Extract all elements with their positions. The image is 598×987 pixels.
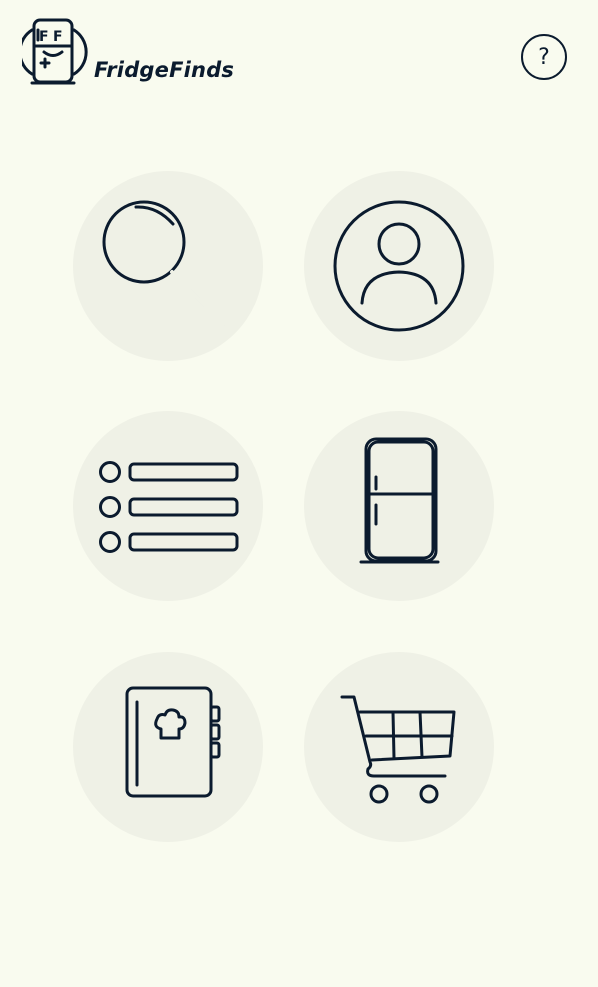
list-tile[interactable] xyxy=(73,411,263,601)
user-profile-icon xyxy=(333,200,465,332)
svg-text:F: F xyxy=(53,29,63,45)
help-label: ? xyxy=(538,44,550,70)
profile-tile[interactable] xyxy=(304,171,494,361)
home-screen: F F FridgeFinds ? xyxy=(0,0,598,987)
recipe-book-icon xyxy=(125,686,221,798)
fridge-tile[interactable] xyxy=(304,411,494,601)
magnifier-icon xyxy=(102,200,225,326)
fridge-logo-icon: F F xyxy=(18,16,88,88)
shopping-tile[interactable] xyxy=(304,652,494,842)
brand-name: FridgeFinds xyxy=(94,58,235,82)
shopping-cart-icon xyxy=(340,695,456,804)
svg-text:F: F xyxy=(39,29,49,45)
fridge-icon xyxy=(359,437,440,564)
search-tile[interactable] xyxy=(73,171,263,361)
help-button[interactable]: ? xyxy=(521,34,567,80)
list-icon xyxy=(99,461,239,553)
recipes-tile[interactable] xyxy=(73,652,263,842)
